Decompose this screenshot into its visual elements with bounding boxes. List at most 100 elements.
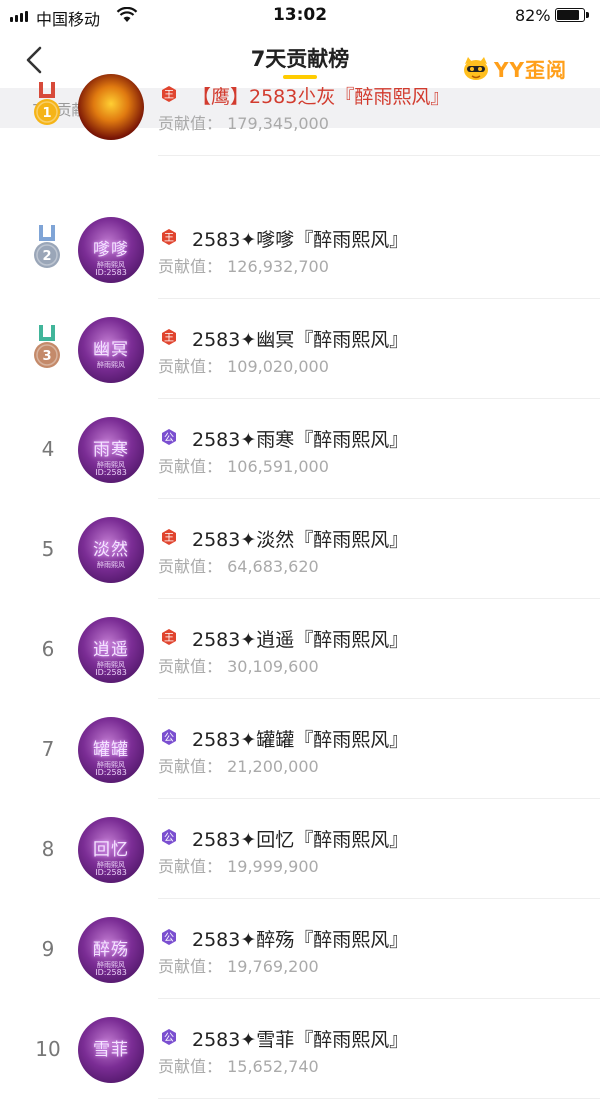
svg-text:公: 公 bbox=[164, 833, 174, 844]
watermark-logo: YY歪阅 bbox=[462, 53, 567, 83]
avatar-subcaption: 醉雨熙风 bbox=[97, 361, 125, 369]
avatar-caption: 回忆 bbox=[93, 840, 129, 860]
rank-number: 10 bbox=[35, 1037, 61, 1061]
user-name: 2583✦幽冥『醉雨熙风』 bbox=[192, 329, 409, 351]
avatar-caption: 淡然 bbox=[93, 540, 129, 560]
rank-number: 6 bbox=[41, 637, 55, 661]
value-label: 贡献值： bbox=[158, 114, 223, 133]
duke-badge-icon: 公 bbox=[162, 829, 176, 845]
value-label: 贡献值： bbox=[158, 457, 223, 476]
avatar-id: ID:2583 bbox=[95, 768, 127, 777]
avatar[interactable]: 罐罐 醉雨熙风 ID:2583 bbox=[78, 717, 144, 783]
svg-text:王: 王 bbox=[164, 333, 174, 344]
user-name: 2583✦雨寒『醉雨熙风』 bbox=[192, 429, 409, 451]
contribution-value: 贡献值： 30,109,600 bbox=[158, 653, 319, 677]
svg-text:王: 王 bbox=[164, 233, 174, 244]
user-name: 2583✦逍遥『醉雨熙风』 bbox=[192, 629, 409, 651]
list-item[interactable]: 3 幽冥 醉雨熙风 王 2583✦幽冥『醉雨熙风』 贡献值： 109,020,00… bbox=[0, 300, 600, 400]
contribution-value: 贡献值： 19,769,200 bbox=[158, 953, 319, 977]
list-item[interactable]: 9 醉殇 醉雨熙风 ID:2583 公 2583✦醉殇『醉雨熙风』 贡献值： 19… bbox=[0, 900, 600, 1000]
list-item[interactable]: 8 回忆 醉雨熙风 ID:2583 公 2583✦回忆『醉雨熙风』 贡献值： 19… bbox=[0, 800, 600, 900]
list-item[interactable]: 1 王 【鹰】2583尐灰『醉雨熙风』 贡献值： 179,345,000 bbox=[0, 74, 600, 200]
value-label: 贡献值： bbox=[158, 857, 223, 876]
list-item[interactable]: 2 嗲嗲 醉雨熙风 ID:2583 王 2583✦嗲嗲『醉雨熙风』 贡献值： 12… bbox=[0, 200, 600, 300]
user-name: 2583✦罐罐『醉雨熙风』 bbox=[192, 729, 409, 751]
rank-number: 4 bbox=[41, 437, 55, 461]
avatar[interactable]: 雨寒 醉雨熙风 ID:2583 bbox=[78, 417, 144, 483]
avatar-caption: 幽冥 bbox=[93, 340, 129, 360]
avatar[interactable]: 逍遥 醉雨熙风 ID:2583 bbox=[78, 617, 144, 683]
avatar[interactable]: 淡然 醉雨熙风 bbox=[78, 517, 144, 583]
value-number: 15,652,740 bbox=[227, 1057, 319, 1076]
contribution-value: 贡献值： 21,200,000 bbox=[158, 753, 319, 777]
avatar[interactable]: 嗲嗲 醉雨熙风 ID:2583 bbox=[78, 217, 144, 283]
avatar-caption: 嗲嗲 bbox=[93, 240, 129, 260]
value-label: 贡献值： bbox=[158, 257, 223, 276]
duke-badge-icon: 公 bbox=[162, 929, 176, 945]
contribution-value: 贡献值： 126,932,700 bbox=[158, 253, 329, 277]
value-label: 贡献值： bbox=[158, 1057, 223, 1076]
value-label: 贡献值： bbox=[158, 557, 223, 576]
user-name: 2583✦回忆『醉雨熙风』 bbox=[192, 829, 409, 851]
rank-number: 5 bbox=[41, 537, 55, 561]
avatar-caption: 雪菲 bbox=[93, 1040, 129, 1060]
king-badge-icon: 王 bbox=[162, 229, 176, 245]
avatar-caption: 雨寒 bbox=[93, 440, 129, 460]
king-badge-icon: 王 bbox=[162, 86, 176, 102]
king-badge-icon: 王 bbox=[162, 329, 176, 345]
duke-badge-icon: 公 bbox=[162, 1029, 176, 1045]
avatar[interactable]: 醉殇 醉雨熙风 ID:2583 bbox=[78, 917, 144, 983]
duke-badge-icon: 公 bbox=[162, 729, 176, 745]
avatar-caption: 罐罐 bbox=[93, 740, 129, 760]
avatar[interactable]: 回忆 醉雨熙风 ID:2583 bbox=[78, 817, 144, 883]
contribution-value: 贡献值： 19,999,900 bbox=[158, 853, 319, 877]
svg-text:公: 公 bbox=[164, 733, 174, 744]
user-name: 2583✦嗲嗲『醉雨熙风』 bbox=[192, 229, 409, 251]
user-name: 2583✦醉殇『醉雨熙风』 bbox=[192, 929, 409, 951]
contribution-value: 贡献值： 15,652,740 bbox=[158, 1053, 319, 1077]
contribution-value: 贡献值： 106,591,000 bbox=[158, 453, 329, 477]
title-underline bbox=[283, 75, 317, 79]
row-divider bbox=[158, 398, 600, 399]
svg-text:公: 公 bbox=[164, 433, 174, 444]
silver-medal-icon: 2 bbox=[34, 225, 60, 268]
row-divider bbox=[158, 598, 600, 599]
user-name: 2583✦雪菲『醉雨熙风』 bbox=[192, 1029, 409, 1051]
avatar[interactable]: 幽冥 醉雨熙风 bbox=[78, 317, 144, 383]
row-divider bbox=[158, 155, 600, 156]
king-badge-icon: 王 bbox=[162, 629, 176, 645]
row-divider bbox=[158, 1098, 600, 1099]
value-number: 21,200,000 bbox=[227, 757, 319, 776]
svg-text:王: 王 bbox=[164, 90, 174, 101]
avatar[interactable]: 雪菲 bbox=[78, 1017, 144, 1083]
avatar-caption: 醉殇 bbox=[93, 940, 129, 960]
avatar-id: ID:2583 bbox=[95, 468, 127, 477]
avatar[interactable] bbox=[78, 74, 144, 140]
row-divider bbox=[158, 698, 600, 699]
value-number: 64,683,620 bbox=[227, 557, 319, 576]
medal-rank: 3 bbox=[42, 349, 51, 364]
gold-medal-icon: 1 bbox=[34, 82, 60, 125]
contribution-value: 贡献值： 109,020,000 bbox=[158, 353, 329, 377]
list-item[interactable]: 7 罐罐 醉雨熙风 ID:2583 公 2583✦罐罐『醉雨熙风』 贡献值： 21… bbox=[0, 700, 600, 800]
rank-number: 7 bbox=[41, 737, 55, 761]
list-item[interactable]: 4 雨寒 醉雨熙风 ID:2583 公 2583✦雨寒『醉雨熙风』 贡献值： 10… bbox=[0, 400, 600, 500]
avatar-caption: 逍遥 bbox=[93, 640, 129, 660]
medal-rank: 2 bbox=[42, 249, 51, 264]
status-bar: 中国移动 13:02 82% bbox=[0, 0, 600, 32]
list-item[interactable]: 6 逍遥 醉雨熙风 ID:2583 王 2583✦逍遥『醉雨熙风』 贡献值： 30… bbox=[0, 600, 600, 700]
value-number: 30,109,600 bbox=[227, 657, 319, 676]
row-divider bbox=[158, 298, 600, 299]
value-number: 19,769,200 bbox=[227, 957, 319, 976]
value-number: 179,345,000 bbox=[227, 114, 329, 133]
watermark-text: YY歪阅 bbox=[494, 57, 567, 82]
row-divider bbox=[158, 498, 600, 499]
svg-text:王: 王 bbox=[164, 633, 174, 644]
list-item[interactable]: 5 淡然 醉雨熙风 王 2583✦淡然『醉雨熙风』 贡献值： 64,683,620 bbox=[0, 500, 600, 600]
row-divider bbox=[158, 998, 600, 999]
duke-badge-icon: 公 bbox=[162, 429, 176, 445]
battery-icon bbox=[555, 8, 589, 22]
list-item[interactable]: 10 雪菲 公 2583✦雪菲『醉雨熙风』 贡献值： 15,652,740 bbox=[0, 1000, 600, 1100]
avatar-subcaption: 醉雨熙风 bbox=[97, 561, 125, 569]
value-number: 106,591,000 bbox=[227, 457, 329, 476]
